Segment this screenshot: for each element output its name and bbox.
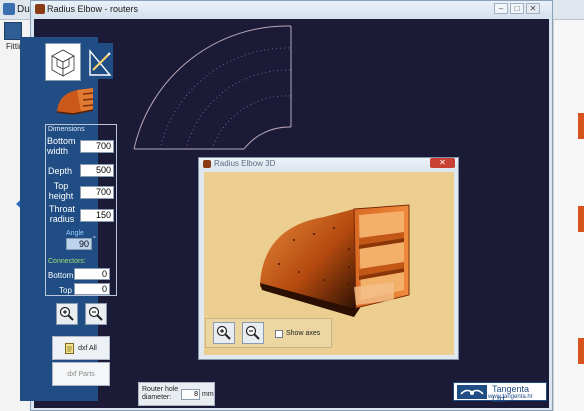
depth-input[interactable]: 500	[80, 164, 114, 177]
inner-arc	[243, 126, 292, 150]
elbow-thumbnail[interactable]	[55, 84, 97, 118]
zoom-in-icon	[216, 325, 231, 340]
elbow-preview-icon	[56, 88, 94, 115]
outer-arc	[133, 25, 292, 150]
logo-url[interactable]: www.tangenta.hr	[488, 394, 533, 400]
dimensions-heading: Dimensions	[48, 126, 85, 133]
bottom-width-input[interactable]: 700	[80, 140, 114, 153]
bottom-width-label: Bottom width	[47, 136, 76, 156]
throat-radius-label: Throat radius	[48, 204, 75, 224]
dxf-file-icon	[65, 342, 75, 354]
dialog-zoom-out-button[interactable]	[242, 322, 264, 344]
zoom-in-button[interactable]	[56, 303, 78, 325]
tangenta-logo[interactable]: Tangenta Ltd. www.tangenta.hr	[453, 382, 547, 404]
top-connector-input[interactable]: 0	[74, 283, 110, 295]
dialog-titlebar[interactable]: Radius Elbow 3D	[199, 158, 458, 171]
dxf-all-label: dxf All	[78, 344, 97, 352]
router-hole-group: Router hole diameter: 8 mm	[138, 382, 215, 406]
top-height-label: Top height	[48, 181, 74, 201]
dialog-app-icon	[203, 160, 211, 168]
dialog-title: Radius Elbow 3D	[214, 159, 276, 168]
handshake-logo-icon	[457, 385, 487, 399]
router-hole-input[interactable]: 8	[181, 389, 200, 400]
zoom-out-icon	[245, 325, 260, 340]
dxf-all-button[interactable]: dxf All	[52, 336, 110, 360]
angle-label: Angle	[66, 230, 84, 237]
angle-input[interactable]: 90	[66, 238, 92, 250]
drawing-tool-button[interactable]	[85, 43, 113, 79]
top-connector-label: Top	[59, 286, 72, 295]
cube-icon	[51, 49, 75, 77]
dxf-parts-label: dxf Parts	[67, 370, 95, 378]
zoom-out-button[interactable]	[85, 303, 107, 325]
show-axes-label[interactable]: Show axes	[286, 330, 320, 337]
pencil-ruler-icon	[89, 49, 112, 76]
isometric-view-button[interactable]	[45, 43, 81, 81]
connectors-heading: Connectors:	[48, 258, 86, 265]
router-hole-label: Router hole diameter:	[142, 386, 179, 401]
dialog-zoom-in-button[interactable]	[213, 322, 235, 344]
zoom-in-icon	[59, 306, 74, 321]
router-hole-unit: mm	[202, 391, 214, 398]
zoom-out-icon	[88, 306, 103, 321]
show-axes-checkbox[interactable]	[275, 330, 283, 338]
dxf-parts-button[interactable]: dxf Parts	[52, 362, 110, 386]
depth-label: Depth	[48, 166, 73, 176]
bottom-connector-label: Bottom	[48, 271, 74, 280]
angle-unit: °	[93, 236, 96, 243]
bottom-connector-input[interactable]: 0	[74, 268, 110, 280]
top-height-input[interactable]: 700	[80, 186, 114, 199]
dialog-close-button[interactable]: ✕	[430, 158, 455, 168]
throat-radius-input[interactable]: 150	[80, 209, 114, 222]
